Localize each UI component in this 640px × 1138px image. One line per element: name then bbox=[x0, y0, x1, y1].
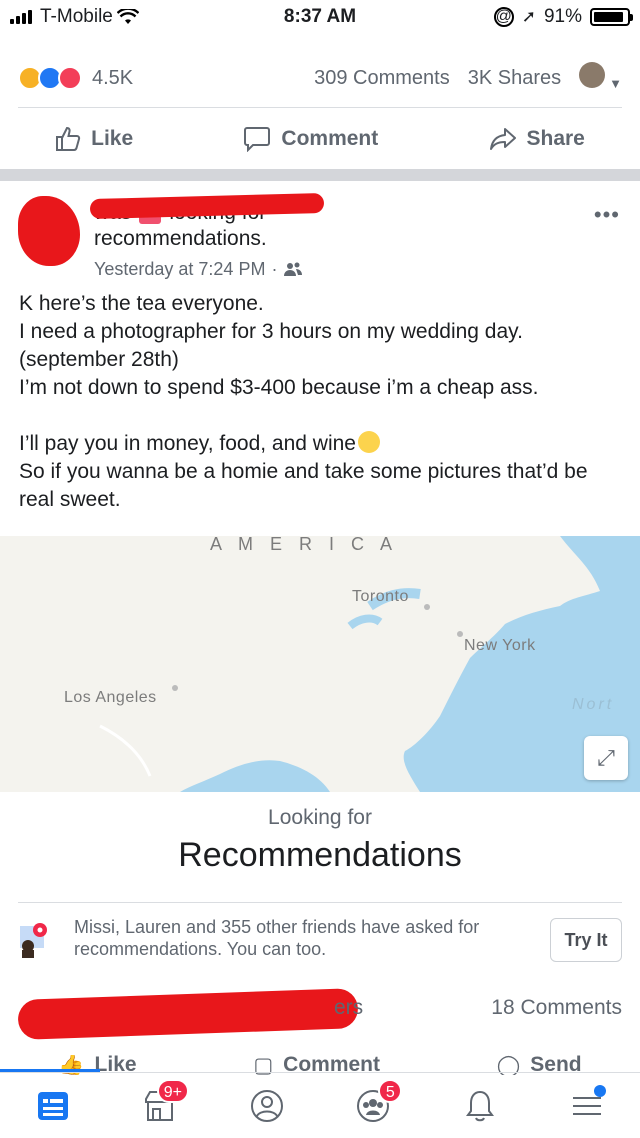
post-body: K here’s the tea everyone. I need a phot… bbox=[19, 290, 619, 514]
post-text-line: So if you wanna be a homie and take some… bbox=[19, 460, 588, 511]
reaction-count[interactable]: 4.5K bbox=[92, 67, 133, 90]
expand-arrows-icon: ⤢ bbox=[597, 745, 615, 770]
rotation-lock-icon: @ bbox=[493, 7, 514, 27]
try-it-button[interactable]: Try It bbox=[550, 918, 622, 962]
divider bbox=[18, 902, 622, 903]
post-text-line: I need a photographer for 3 hours on my … bbox=[19, 320, 523, 343]
tab-profile[interactable] bbox=[242, 1081, 292, 1131]
bell-icon bbox=[465, 1090, 494, 1121]
divider bbox=[18, 107, 622, 108]
looking-for-label: Looking for bbox=[268, 806, 372, 829]
map-label-north: Nort bbox=[572, 696, 615, 713]
audience-selector[interactable]: ▼ bbox=[579, 62, 622, 94]
map-label-america: A M E R I C A bbox=[210, 536, 399, 554]
post-timestamp[interactable]: Yesterday at 7:24 PM bbox=[94, 256, 265, 282]
tab-marketplace[interactable]: 9+ bbox=[135, 1078, 189, 1131]
tab-notifications[interactable] bbox=[455, 1081, 505, 1131]
post-actions: Like Comment Share bbox=[0, 124, 640, 154]
map-pin-people-icon bbox=[20, 923, 47, 958]
like-label: Like bbox=[91, 127, 134, 150]
tab-news-feed[interactable] bbox=[28, 1081, 78, 1131]
comment-count[interactable]: 18 Comments bbox=[491, 996, 622, 1020]
marketplace-badge: 9+ bbox=[156, 1078, 189, 1103]
redacted-avatar bbox=[18, 196, 80, 266]
map-land bbox=[0, 536, 600, 792]
tab-groups[interactable]: 5 bbox=[348, 1078, 403, 1131]
status-right: @ ➚ 91% bbox=[493, 6, 633, 28]
map-label-los-angeles: Los Angeles bbox=[64, 689, 157, 706]
reactions-summary: 4.5K 309 Comments 3K Shares ▼ bbox=[18, 58, 622, 98]
friends-asked-text: Missi, Lauren and 355 other friends have… bbox=[74, 917, 480, 959]
recommendations-title: Recommendations bbox=[178, 836, 462, 874]
love-reaction-icon bbox=[58, 66, 82, 90]
news-feed-icon bbox=[38, 1091, 69, 1120]
thumbs-up-icon bbox=[56, 126, 81, 151]
expand-map-button[interactable]: ⤢ bbox=[584, 736, 628, 780]
map-label-toronto: Toronto bbox=[352, 588, 409, 605]
header-line2: recommendations. bbox=[94, 227, 267, 250]
share-count[interactable]: 3K Shares bbox=[468, 67, 561, 90]
separator: · bbox=[271, 259, 278, 279]
recommendations-prompt: Missi, Lauren and 355 other friends have… bbox=[18, 914, 622, 970]
avatar bbox=[579, 62, 606, 88]
map-preview[interactable]: A M E R I C A Toronto New York Los Angel… bbox=[0, 536, 640, 792]
battery-percent: 91% bbox=[543, 6, 582, 27]
post-text-line: K here’s the tea everyone. bbox=[19, 292, 264, 315]
comment-bubble-icon bbox=[244, 127, 271, 152]
post-text-line-with-emoji: I’ll pay you in money, food, and wine bbox=[19, 430, 619, 458]
comment-button[interactable]: Comment bbox=[243, 126, 378, 152]
redacted-reactors bbox=[17, 988, 359, 1040]
location-icon: ➚ bbox=[521, 7, 536, 26]
post-footer-summary: ers 18 Comments bbox=[17, 988, 622, 1040]
status-bar: T-Mobile 8:37 AM @ ➚ 91% bbox=[0, 0, 640, 34]
bottom-tab-bar: 9+ 5 bbox=[0, 1072, 640, 1138]
comment-count[interactable]: 309 Comments bbox=[314, 67, 450, 90]
share-label: Share bbox=[526, 127, 585, 150]
post-text-line: I’ll pay you in money, food, and wine bbox=[19, 432, 356, 455]
comment-label: Comment bbox=[281, 127, 379, 150]
reaction-icons[interactable]: 4.5K bbox=[18, 66, 133, 90]
menu-notification-dot bbox=[593, 1084, 606, 1097]
map-label-new-york: New York bbox=[464, 637, 536, 654]
share-arrow-icon bbox=[489, 128, 516, 150]
groups-badge: 5 bbox=[378, 1078, 403, 1103]
share-button[interactable]: Share bbox=[489, 127, 585, 151]
tab-menu[interactable] bbox=[562, 1081, 612, 1131]
relieved-face-emoji-icon bbox=[357, 431, 380, 453]
battery-icon bbox=[590, 8, 633, 26]
profile-icon bbox=[250, 1089, 283, 1122]
others-label[interactable]: ers bbox=[334, 996, 363, 1020]
post-text-line: I’m not down to spend $3-400 because i’m… bbox=[19, 376, 539, 399]
friends-audience-icon bbox=[284, 262, 303, 276]
post-text-line: (september 28th) bbox=[19, 348, 179, 371]
feed-separator bbox=[0, 169, 640, 181]
chevron-down-icon: ▼ bbox=[609, 76, 622, 91]
like-button[interactable]: Like bbox=[55, 126, 133, 152]
more-options-button[interactable]: ••• bbox=[594, 202, 620, 228]
